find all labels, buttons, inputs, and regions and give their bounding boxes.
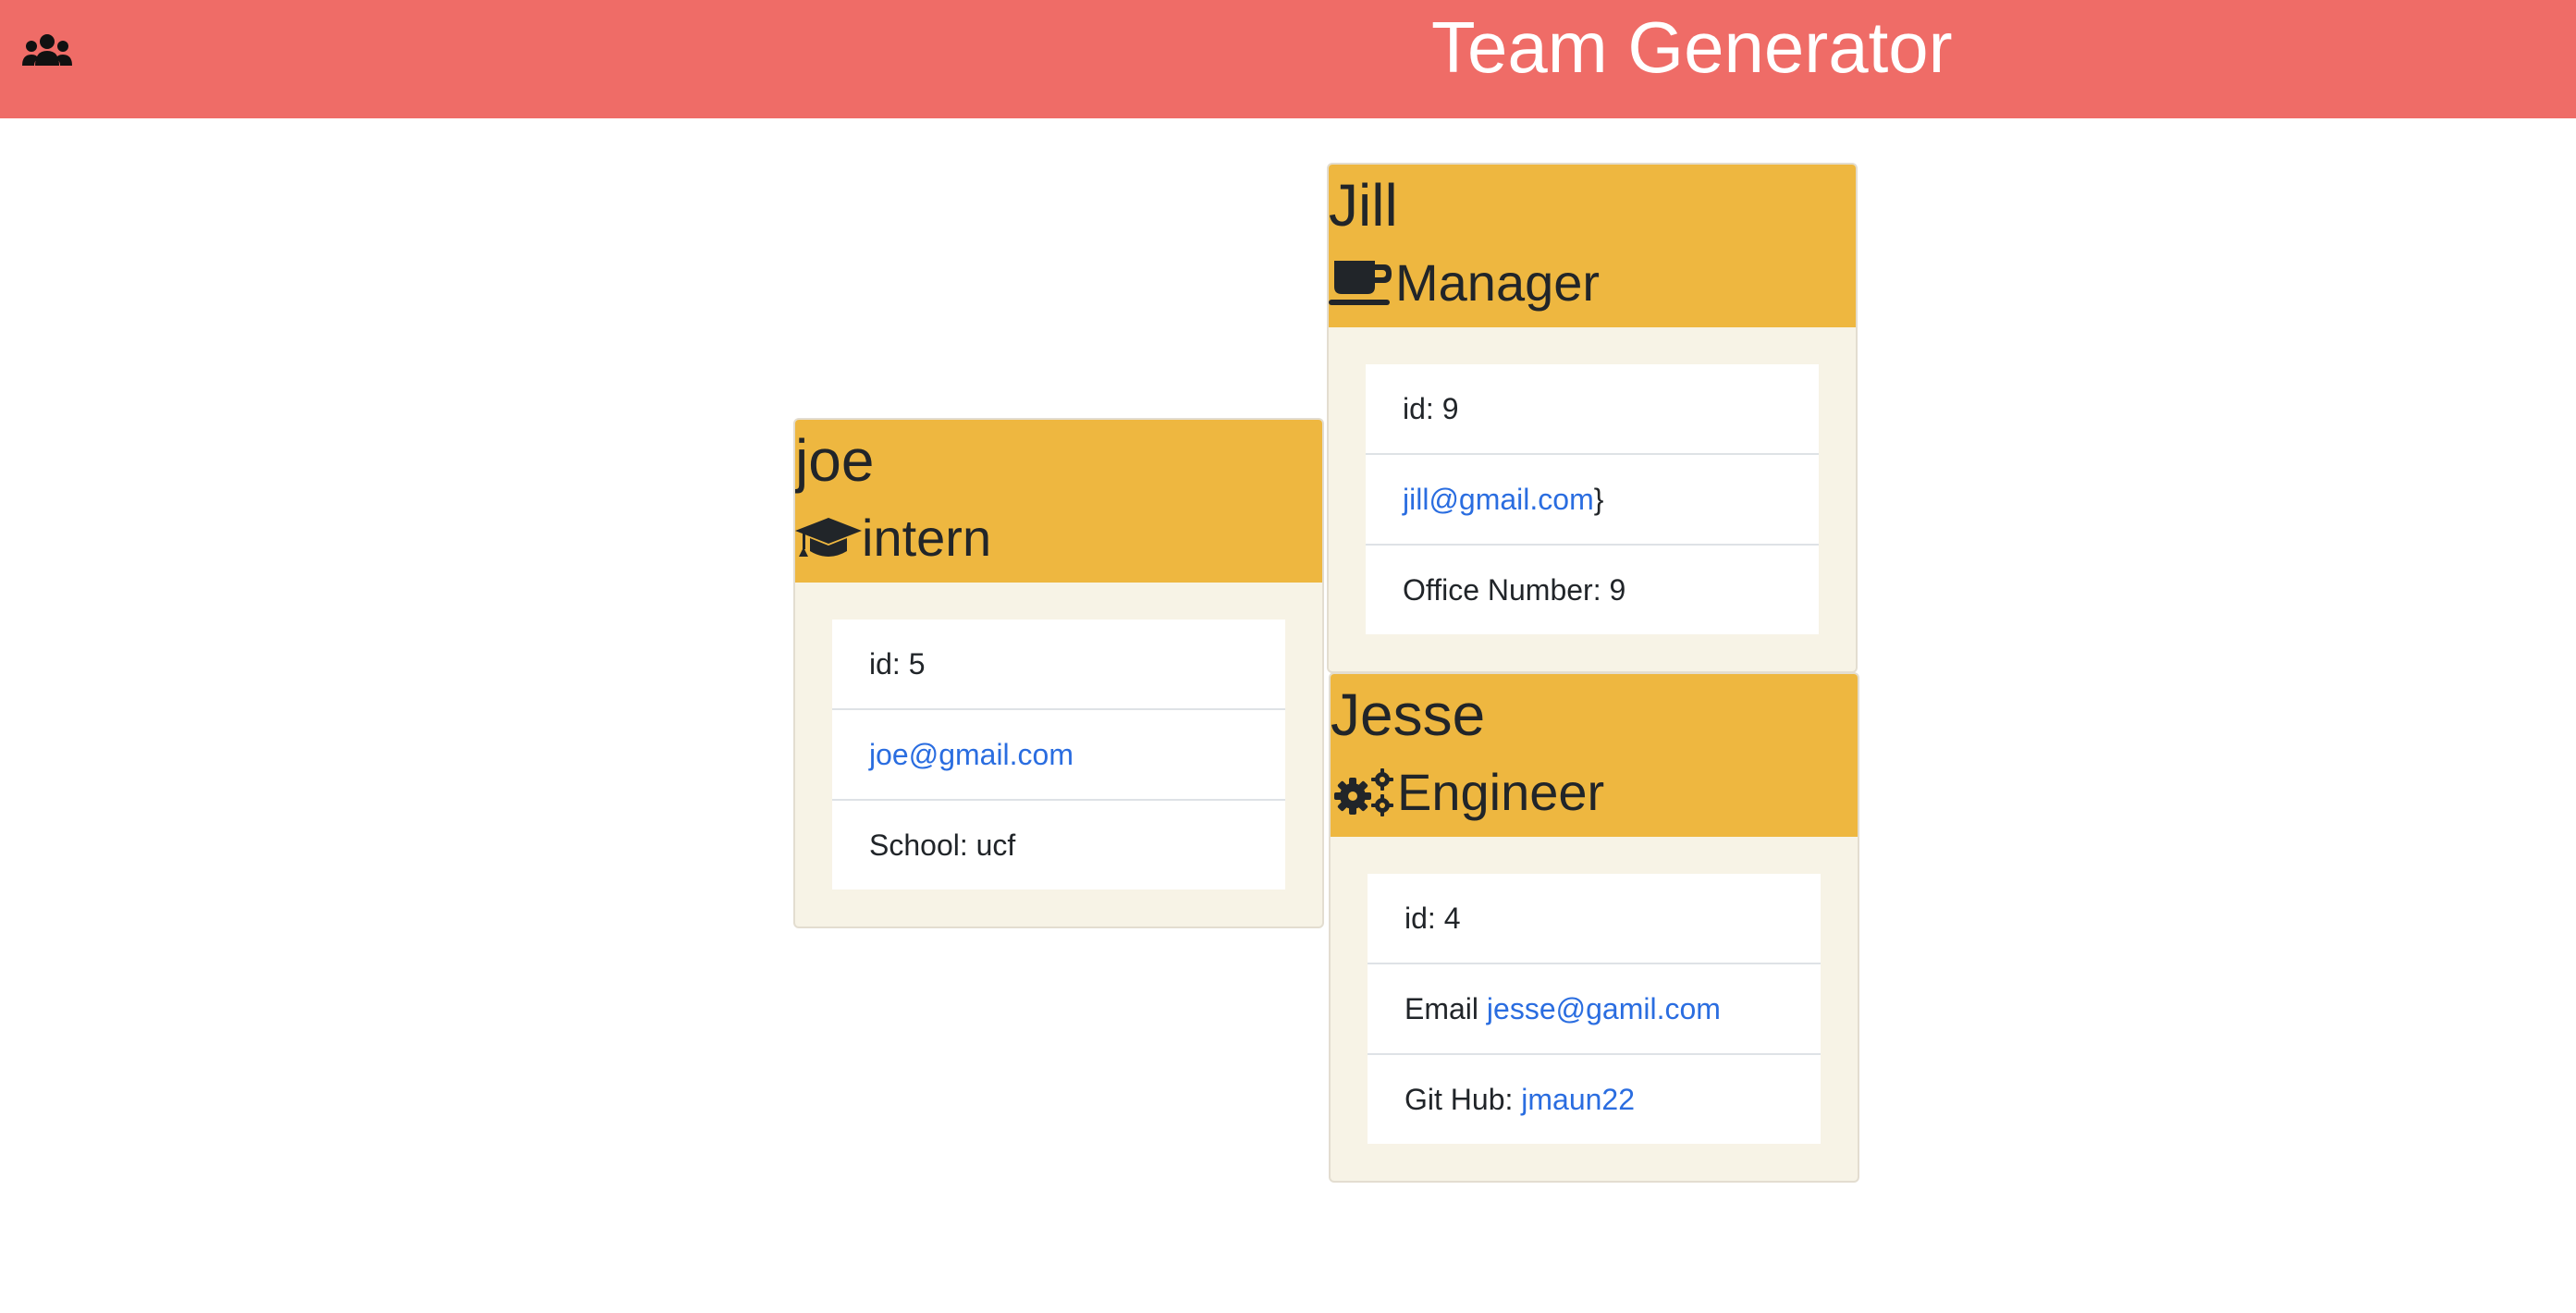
employee-office-number: Office Number: 9 xyxy=(1403,573,1626,607)
employee-email-row: jill@gmail.com} xyxy=(1366,455,1819,546)
employee-card-intern: joe intern id: 5 joe@gmail.com School: u… xyxy=(793,418,1324,928)
graduation-cap-icon xyxy=(795,518,862,557)
email-link[interactable]: jill@gmail.com xyxy=(1403,483,1594,516)
employee-name: Jill xyxy=(1329,172,1398,239)
employee-role: Manager xyxy=(1395,253,1601,312)
page-title: Team Generator xyxy=(1431,6,1953,88)
employee-name: joe xyxy=(795,427,875,494)
email-link[interactable]: jesse@gamil.com xyxy=(1487,992,1721,1025)
navbar: Team Generator xyxy=(0,0,2576,118)
cogs-icon xyxy=(1334,768,1393,816)
employee-card-engineer: Jesse Engineer id: 4 Email jesse@gamil.c… xyxy=(1329,672,1859,1183)
info-list: id: 5 joe@gmail.com School: ucf xyxy=(832,620,1285,890)
coffee-mug-icon xyxy=(1329,261,1392,305)
employee-role-row: Engineer xyxy=(1331,755,1604,829)
employee-github-row: Git Hub: jmaun22 xyxy=(1368,1055,1821,1144)
employee-role-row: Manager xyxy=(1329,246,1600,320)
email-suffix: } xyxy=(1593,483,1604,516)
github-link[interactable]: jmaun22 xyxy=(1521,1083,1635,1116)
employee-id: id: 5 xyxy=(832,620,1285,710)
employee-card-manager: Jill Manager id: 9 jill@gmail.com} Offic… xyxy=(1327,163,1858,673)
email-link[interactable]: joe@gmail.com xyxy=(869,738,1073,771)
github-label: Git Hub: xyxy=(1405,1083,1522,1116)
card-header: joe intern xyxy=(795,420,1322,583)
employee-email-row: Email jesse@gamil.com xyxy=(1368,964,1821,1055)
employee-email-row: joe@gmail.com xyxy=(832,710,1285,801)
users-icon xyxy=(22,34,72,66)
employee-role: Engineer xyxy=(1397,763,1605,821)
info-list: id: 4 Email jesse@gamil.com Git Hub: jma… xyxy=(1368,874,1821,1144)
employee-id: id: 9 xyxy=(1366,364,1819,455)
employee-school: School: ucf xyxy=(869,828,1016,862)
card-header: Jesse Engineer xyxy=(1331,674,1858,837)
employee-id: id: 4 xyxy=(1368,874,1821,964)
employee-role-row: intern xyxy=(795,501,991,575)
card-header: Jill Manager xyxy=(1329,165,1856,327)
info-list: id: 9 jill@gmail.com} Office Number: 9 xyxy=(1366,364,1819,634)
email-label: Email xyxy=(1405,992,1487,1025)
employee-role: intern xyxy=(862,509,992,567)
employee-name: Jesse xyxy=(1331,681,1486,748)
